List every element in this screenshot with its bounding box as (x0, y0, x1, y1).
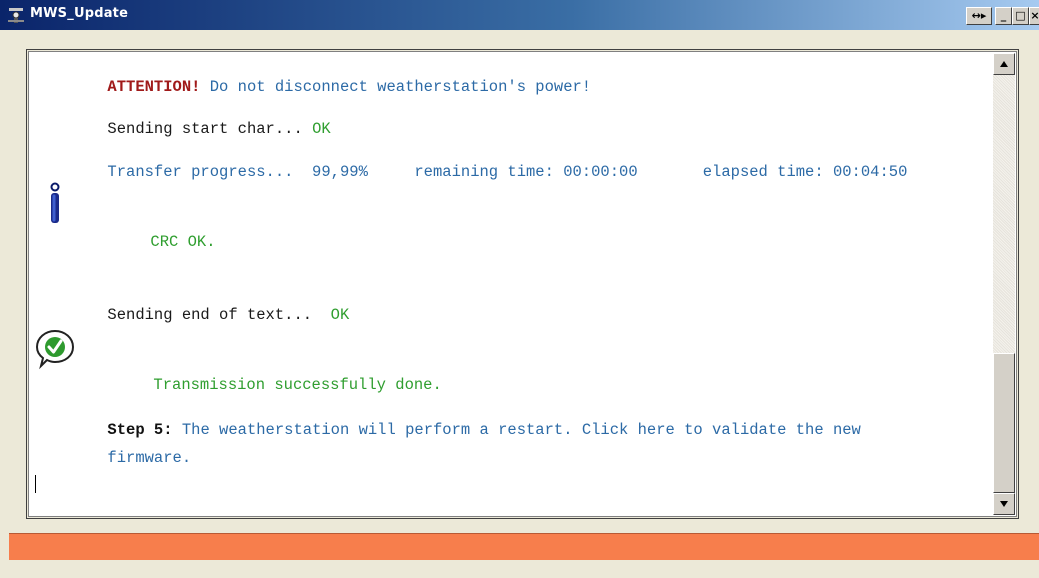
arrow-down-icon (1000, 501, 1008, 507)
main-window: MWS_Update ↔▸ _ □ × ATTENTION! Do not di… (0, 0, 1039, 578)
vertical-scrollbar[interactable] (993, 53, 1015, 515)
step-text-2[interactable]: firmware. (107, 449, 191, 467)
scroll-down-button[interactable] (993, 493, 1015, 515)
arrow-up-icon (1000, 61, 1008, 67)
maximize-button[interactable]: □ (1012, 7, 1029, 25)
pin-button[interactable]: ↔▸ (966, 7, 992, 25)
end-text-label: Sending end of text... (107, 306, 313, 324)
info-icon (50, 182, 60, 223)
log-content[interactable]: ATTENTION! Do not disconnect weatherstat… (33, 52, 993, 514)
close-button[interactable]: × (1029, 7, 1039, 25)
remaining-label: remaining time: (367, 163, 554, 181)
progress-line: Transfer progress... 99,99% remaining ti… (33, 145, 907, 199)
start-char-status: OK (302, 120, 331, 138)
scroll-thumb[interactable] (993, 353, 1015, 493)
scroll-up-button[interactable] (993, 53, 1015, 75)
log-panel[interactable]: ATTENTION! Do not disconnect weatherstat… (28, 51, 1017, 517)
check-icon (35, 329, 75, 370)
attention-label: ATTENTION! (107, 78, 201, 96)
app-icon (8, 8, 24, 23)
remaining-value: 00:00:00 (553, 163, 638, 181)
step-line-2[interactable]: firmware. (33, 431, 191, 485)
status-progress-bar (9, 533, 1039, 560)
step-text-1[interactable]: The weatherstation will perform a restar… (173, 421, 861, 439)
success-text: Transmission successfully done. (153, 376, 442, 394)
elapsed-label: elapsed time: (637, 163, 824, 181)
title-bar[interactable]: MWS_Update ↔▸ _ □ × (0, 0, 1039, 30)
minimize-button[interactable]: _ (995, 7, 1012, 25)
progress-label: Transfer progress... (107, 163, 294, 181)
progress-value: 99,99% (293, 163, 368, 181)
window-title: MWS_Update (30, 6, 129, 21)
elapsed-value: 00:04:50 (823, 163, 908, 181)
crc-text: CRC OK. (150, 233, 216, 251)
crc-line: CRC OK. (76, 215, 216, 269)
end-text-status: OK (312, 306, 350, 324)
attention-text: Do not disconnect weatherstation's power… (200, 78, 592, 96)
start-char-label: Sending start char... (107, 120, 303, 138)
text-caret (35, 475, 36, 493)
end-text-line: Sending end of text... OK (33, 288, 349, 342)
